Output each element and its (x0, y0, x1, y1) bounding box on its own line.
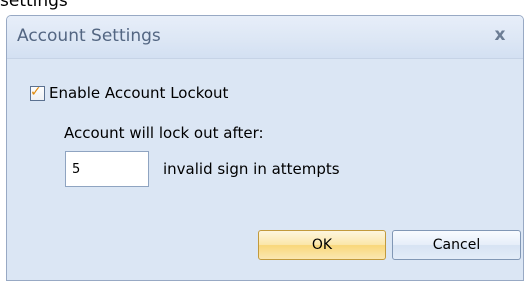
enable-lockout-label: Enable Account Lockout (49, 84, 229, 102)
attempts-input[interactable] (65, 151, 149, 187)
ok-button[interactable]: OK (258, 230, 386, 260)
dialog-title: Account Settings (17, 26, 161, 46)
background-text: settings (0, 0, 68, 11)
close-icon[interactable]: x (491, 26, 509, 44)
attempts-suffix-label: invalid sign in attempts (163, 160, 340, 178)
dialog-content: ✓ Enable Account Lockout Account will lo… (7, 59, 523, 280)
checkmark-icon: ✓ (30, 83, 42, 100)
dialog-titlebar: Account Settings x (7, 16, 523, 59)
enable-lockout-row[interactable]: ✓ Enable Account Lockout (30, 84, 228, 102)
lock-out-label: Account will lock out after: (64, 124, 264, 142)
cancel-button[interactable]: Cancel (392, 230, 521, 260)
account-settings-dialog: Account Settings x ✓ Enable Account Lock… (6, 15, 524, 281)
enable-lockout-checkbox[interactable]: ✓ (30, 83, 45, 101)
